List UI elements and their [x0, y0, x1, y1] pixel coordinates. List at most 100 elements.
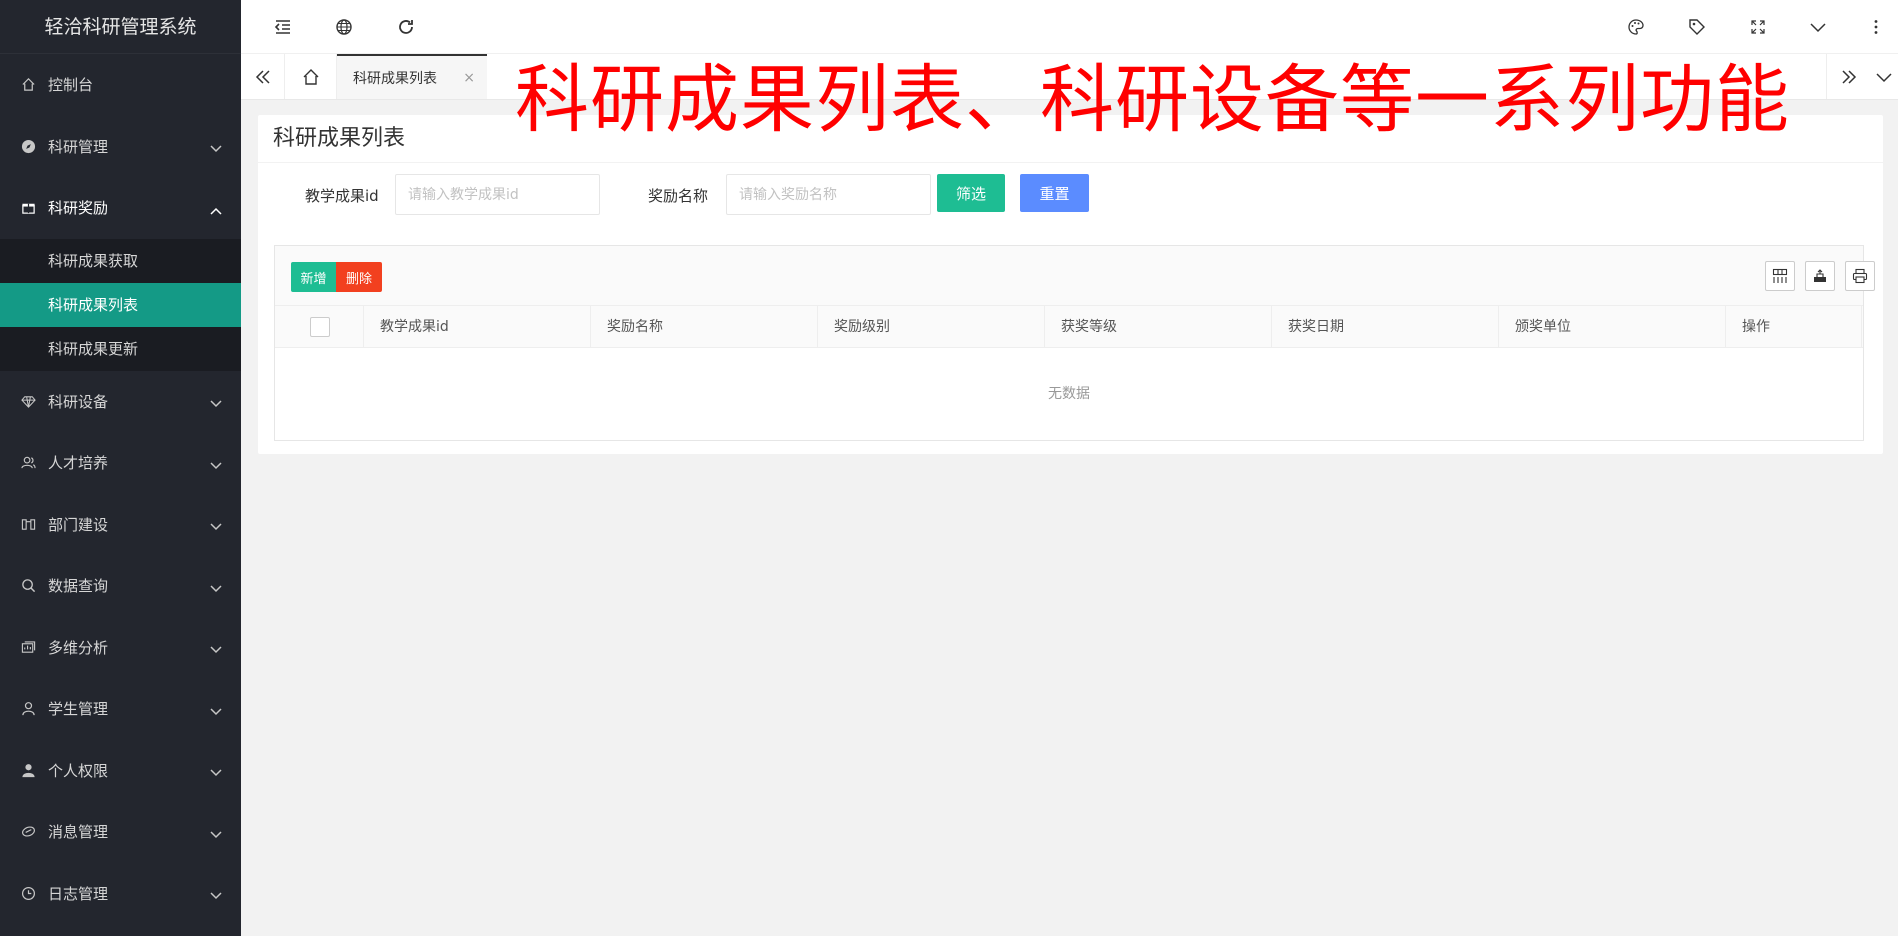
overlay-banner-text: 科研成果列表、科研设备等一系列功能 — [515, 57, 1790, 143]
indent-icon — [274, 20, 290, 34]
person-icon — [20, 762, 36, 778]
table-header-cell[interactable]: 奖励名称 — [591, 306, 818, 348]
reset-button[interactable]: 重置 — [1020, 174, 1089, 212]
empty-state-text: 无数据 — [1048, 386, 1090, 402]
sidebar-item-personal-permissions[interactable]: 个人权限 — [0, 740, 241, 802]
sidebar-item-research-management[interactable]: 科研管理 — [0, 116, 241, 178]
table-header-cell[interactable]: 获奖日期 — [1272, 306, 1499, 348]
table-toolbar: 新增 删除 — [275, 246, 1875, 306]
sidebar-item-talent-training[interactable]: 人才培养 — [0, 432, 241, 494]
sidebar-item-label: 控制台 — [48, 76, 94, 95]
filter-label-achievement-id: 教学成果id — [305, 187, 379, 205]
achievement-id-input[interactable] — [395, 174, 600, 215]
sidebar-item-label: 日志管理 — [48, 884, 109, 903]
sidebar-item-student-management[interactable]: 学生管理 — [0, 678, 241, 740]
tab-options-button[interactable] — [1870, 54, 1898, 99]
palette-icon — [1628, 19, 1644, 35]
tab-home-button[interactable] — [285, 54, 337, 99]
data-table: 新增 删除 教学成果id 奖励名称 奖励级别 获奖等级 获奖日期 颁奖单位 操作 — [274, 245, 1875, 441]
submenu-research-awards: 科研成果获取 科研成果列表 科研成果更新 — [0, 238, 241, 371]
globe-icon — [336, 19, 352, 35]
sidebar-item-research-equipment[interactable]: 科研设备 — [0, 371, 241, 433]
table-header-checkbox-cell — [275, 306, 364, 348]
close-icon[interactable]: × — [463, 70, 475, 86]
gift-icon — [20, 200, 36, 216]
sidebar-item-label: 学生管理 — [48, 700, 109, 719]
sidebar: 轻洽科研管理系统 控制台 科研管理 科研奖励 科研成果获取 科研成果列表 科研成… — [0, 0, 241, 936]
sidebar-subitem-achievement-update[interactable]: 科研成果更新 — [0, 327, 241, 371]
sidebar-item-label: 科研管理 — [48, 137, 109, 156]
sidebar-item-label: 多维分析 — [48, 638, 109, 657]
top-header — [241, 0, 1898, 54]
filter-label-award-name: 奖励名称 — [648, 187, 709, 205]
fullscreen-icon — [1751, 20, 1765, 34]
more-vertical-icon — [1874, 20, 1878, 34]
filter-button[interactable]: 筛选 — [937, 174, 1005, 212]
more-button[interactable] — [1866, 12, 1886, 42]
home-icon — [20, 77, 36, 93]
sidebar-item-label: 科研设备 — [48, 392, 109, 411]
user-icon — [20, 701, 36, 717]
double-chevron-left-icon — [255, 69, 270, 84]
column-filter-button[interactable] — [1765, 261, 1795, 291]
collapse-sidebar-button[interactable] — [268, 12, 298, 42]
sidebar-item-label: 人才培养 — [48, 454, 109, 473]
sidebar-item-dashboard[interactable]: 控制台 — [0, 54, 241, 116]
sidebar-item-data-query[interactable]: 数据查询 — [0, 555, 241, 617]
content-card: 科研成果列表 教学成果id 奖励名称 筛选 重置 新增 删除 教学成果id 奖励… — [258, 115, 1883, 454]
table-header: 教学成果id 奖励名称 奖励级别 获奖等级 获奖日期 颁奖单位 操作 — [275, 306, 1863, 348]
printer-icon — [1852, 268, 1868, 284]
sidebar-item-department-building[interactable]: 部门建设 — [0, 494, 241, 556]
table-header-cell: 操作 — [1726, 306, 1862, 348]
tab-scroll-left-button[interactable] — [241, 54, 285, 99]
sidebar-subitem-achievement-acquire[interactable]: 科研成果获取 — [0, 239, 241, 283]
sidebar-item-label: 部门建设 — [48, 515, 109, 534]
chevron-down-icon — [1876, 72, 1892, 82]
sidebar-item-label: 科研奖励 — [48, 199, 109, 218]
chevron-down-icon — [210, 646, 222, 654]
table-header-cell[interactable]: 奖励级别 — [818, 306, 1045, 348]
chevron-down-icon — [210, 708, 222, 715]
chevron-down-icon — [1810, 23, 1826, 33]
analysis-icon — [20, 639, 36, 655]
home-icon — [303, 68, 318, 85]
add-button[interactable]: 新增 — [291, 262, 336, 292]
double-chevron-right-icon — [1841, 69, 1856, 84]
refresh-button[interactable] — [391, 12, 421, 42]
print-button[interactable] — [1845, 261, 1875, 291]
tab-label: 科研成果列表 — [353, 70, 437, 87]
tab-achievement-list[interactable]: 科研成果列表 × — [337, 54, 487, 99]
user-menu-button[interactable] — [1803, 12, 1833, 42]
chevron-down-icon — [210, 831, 222, 838]
tag-icon — [1689, 19, 1705, 35]
select-all-checkbox[interactable] — [310, 317, 330, 337]
sidebar-subitem-achievement-list[interactable]: 科研成果列表 — [0, 282, 241, 327]
chevron-up-icon — [210, 207, 222, 215]
sidebar-item-research-awards[interactable]: 科研奖励 — [0, 177, 241, 239]
award-name-input[interactable] — [726, 174, 931, 215]
table-header-cell[interactable]: 颁奖单位 — [1499, 306, 1726, 348]
sidebar-item-multidim-analysis[interactable]: 多维分析 — [0, 617, 241, 679]
sidebar-item-message-management[interactable]: 消息管理 — [0, 801, 241, 863]
tag-button[interactable] — [1682, 12, 1712, 42]
table-header-cell[interactable]: 获奖等级 — [1045, 306, 1272, 348]
sidebar-item-label: 消息管理 — [48, 823, 109, 842]
fullscreen-button[interactable] — [1743, 12, 1773, 42]
diamond-icon — [20, 393, 36, 409]
chevron-down-icon — [210, 523, 222, 531]
app-logo-title: 轻洽科研管理系统 — [0, 0, 241, 54]
sidebar-item-log-management[interactable]: 日志管理 — [0, 863, 241, 925]
export-button[interactable] — [1805, 261, 1835, 291]
delete-button[interactable]: 删除 — [336, 262, 382, 292]
theme-button[interactable] — [1621, 12, 1651, 42]
sidebar-item-label: 数据查询 — [48, 577, 109, 596]
tab-scroll-right-button[interactable] — [1826, 54, 1870, 99]
chevron-down-icon — [210, 892, 222, 900]
columns-grid-icon — [1772, 268, 1788, 283]
website-button[interactable] — [329, 12, 359, 42]
user-group-icon — [20, 455, 36, 471]
chevron-down-icon — [210, 462, 222, 469]
table-header-cell[interactable]: 教学成果id — [364, 306, 591, 348]
compass-icon — [20, 138, 36, 154]
message-icon — [20, 824, 36, 840]
